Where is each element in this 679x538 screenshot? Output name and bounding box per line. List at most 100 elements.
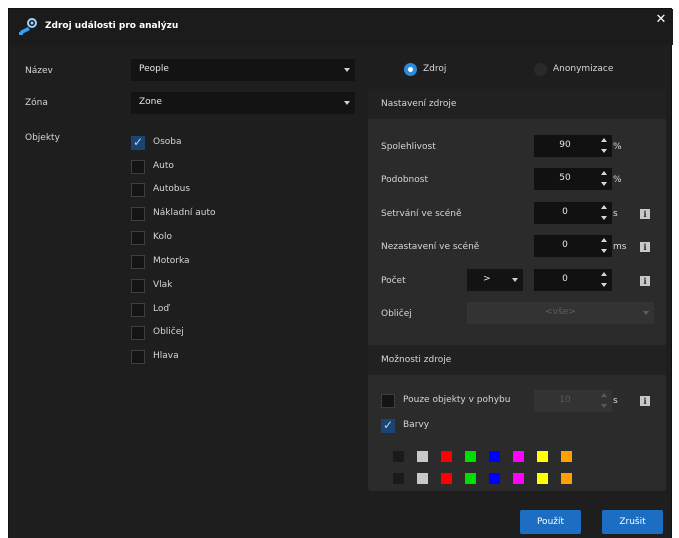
count-operator-dropdown[interactable]: > [467, 269, 523, 291]
moving-only-value: 10 [559, 395, 571, 405]
chevron-down-icon [643, 311, 649, 315]
color-swatch[interactable] [513, 451, 524, 462]
arrow-up-icon [601, 138, 607, 142]
color-swatch[interactable] [513, 473, 524, 484]
similarity-unit: % [613, 175, 622, 185]
arrow-up-icon [601, 171, 607, 175]
similarity-value: 50 [559, 173, 571, 183]
colors-label: Barvy [403, 420, 430, 430]
color-swatch[interactable] [489, 473, 500, 484]
color-swatch[interactable] [465, 451, 476, 462]
info-icon[interactable]: i [640, 396, 650, 406]
moving-only-label: Pouze objekty v pohybu [403, 395, 511, 405]
color-swatch[interactable] [417, 473, 428, 484]
arrow-up-icon [601, 205, 607, 209]
checkbox[interactable] [131, 326, 145, 340]
color-swatch[interactable] [393, 473, 404, 484]
info-icon[interactable]: i [640, 276, 650, 286]
checkbox[interactable] [131, 160, 145, 174]
color-swatch[interactable] [393, 451, 404, 462]
dwell-unit: s [613, 209, 618, 219]
close-icon: ✕ [655, 12, 667, 27]
color-swatch[interactable] [441, 451, 452, 462]
color-swatch[interactable] [417, 451, 428, 462]
source-options-header: Možnosti zdroje [368, 345, 666, 375]
section-title: Nastavení zdroje [381, 99, 457, 109]
checkbox[interactable] [131, 279, 145, 293]
name-dropdown[interactable]: People [131, 59, 355, 81]
title-bar: Zdroj události pro analýzu ✕ [9, 9, 673, 45]
color-swatch[interactable] [561, 451, 572, 462]
object-label: Auto [153, 161, 174, 171]
checkbox[interactable]: ✓ [381, 418, 395, 433]
absence-value: 0 [562, 240, 568, 250]
objects-label: Objekty [25, 133, 60, 143]
section-title: Možnosti zdroje [381, 355, 452, 365]
moving-only-spinner[interactable]: 10 [534, 390, 612, 412]
count-spinner[interactable]: 0 [534, 269, 612, 291]
color-swatch[interactable] [561, 473, 572, 484]
name-label: Název [25, 66, 53, 76]
zone-label: Zóna [25, 98, 48, 108]
reliability-unit: % [613, 142, 622, 152]
chevron-down-icon [344, 101, 350, 105]
spinner-arrows[interactable] [596, 235, 612, 257]
spinner-arrows[interactable] [596, 168, 612, 190]
spinner-arrows[interactable] [596, 202, 612, 224]
object-label: Motorka [153, 256, 190, 266]
count-value: 0 [562, 274, 568, 284]
checkbox[interactable] [381, 394, 395, 408]
source-settings-panel: Nastavení zdroje Spolehlivost 90 % Podob… [368, 89, 666, 491]
checkbox[interactable] [131, 231, 145, 245]
object-label: Hlava [153, 351, 179, 361]
spinner-arrows[interactable] [596, 390, 612, 412]
arrow-up-icon [601, 272, 607, 276]
color-swatch[interactable] [489, 451, 500, 462]
reliability-value: 90 [559, 140, 571, 150]
name-value: People [139, 64, 169, 74]
color-swatch[interactable] [537, 473, 548, 484]
zone-dropdown[interactable]: Zone [131, 92, 355, 114]
face-dropdown[interactable]: <vše> [467, 302, 654, 324]
absence-label: Nezastavení ve scéně [381, 242, 480, 252]
similarity-spinner[interactable]: 50 [534, 168, 612, 190]
checkbox[interactable] [131, 207, 145, 221]
arrow-up-icon [601, 238, 607, 242]
object-label: Nákladní auto [153, 208, 216, 218]
source-dialog: Zdroj události pro analýzu ✕ Název Peopl… [8, 8, 673, 538]
dwell-value: 0 [562, 207, 568, 217]
spinner-arrows[interactable] [596, 269, 612, 291]
absence-spinner[interactable]: 0 [534, 235, 612, 257]
face-value: <vše> [545, 307, 576, 317]
cancel-button[interactable]: Zrušit [602, 510, 663, 534]
object-label: Obličej [153, 327, 184, 337]
checkbox[interactable] [131, 303, 145, 317]
arrow-down-icon [601, 283, 607, 287]
object-label: Vlak [153, 280, 173, 290]
checkbox[interactable] [131, 255, 145, 269]
spinner-arrows[interactable] [596, 135, 612, 157]
reliability-spinner[interactable]: 90 [534, 135, 612, 157]
dwell-spinner[interactable]: 0 [534, 202, 612, 224]
dialog-title: Zdroj události pro analýzu [45, 21, 179, 31]
apply-button[interactable]: Použít [520, 510, 581, 534]
face-label: Obličej [381, 309, 412, 319]
radio-source-label: Zdroj [423, 64, 447, 74]
color-swatch[interactable] [537, 451, 548, 462]
object-label: Loď [153, 304, 170, 314]
checkbox[interactable] [131, 183, 145, 197]
count-operator-value: > [483, 274, 491, 284]
arrow-down-icon [601, 249, 607, 253]
checkbox[interactable] [131, 350, 145, 364]
radio-button[interactable] [404, 63, 417, 76]
radio-button[interactable] [534, 63, 547, 76]
close-button[interactable]: ✕ [653, 12, 669, 28]
info-icon[interactable]: i [640, 209, 650, 219]
chevron-down-icon [512, 278, 518, 282]
checkbox[interactable]: ✓ [131, 135, 145, 150]
color-swatch[interactable] [441, 473, 452, 484]
color-swatch[interactable] [465, 473, 476, 484]
zone-value: Zone [139, 97, 162, 107]
arrow-up-icon [601, 393, 607, 397]
info-icon[interactable]: i [640, 242, 650, 252]
